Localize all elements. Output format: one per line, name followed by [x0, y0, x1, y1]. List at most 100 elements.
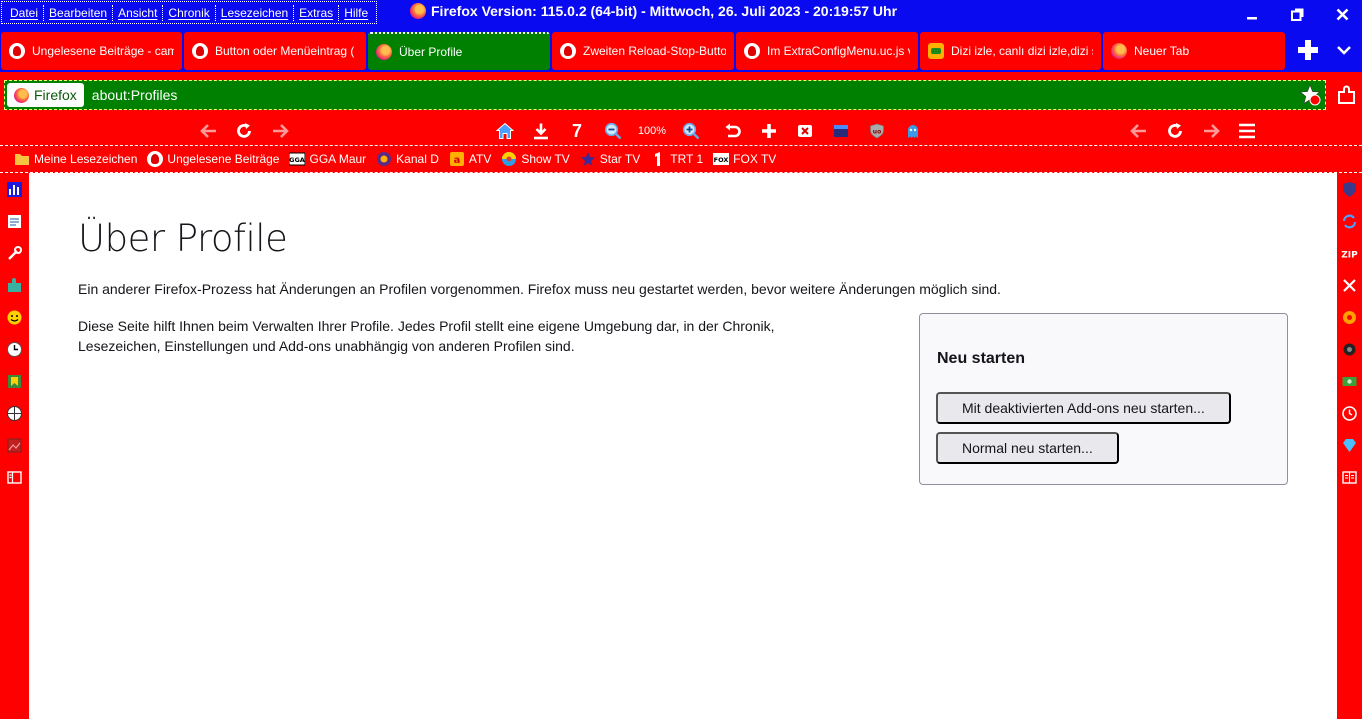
tab-zweiten-reload-stop[interactable]: Zweiten Reload-Stop-Butto [552, 32, 734, 70]
menu-hilfe[interactable]: Hilfe [339, 5, 373, 21]
tab-button-menueintrag[interactable]: Button oder Menüeintrag ( [184, 32, 366, 70]
new-tab-toolbar-button[interactable] [758, 119, 780, 143]
arrow-left-icon [200, 124, 216, 138]
bookmark-star-button[interactable] [1299, 84, 1321, 106]
folder-icon [15, 154, 29, 165]
atv-icon: a [449, 152, 464, 166]
star-tv-icon [580, 152, 595, 166]
url-bar[interactable]: Firefox about:Profiles [4, 80, 1326, 110]
smiley-icon[interactable] [6, 309, 23, 326]
tab-label: Dizi izle, canlı dizi izle,dizi s [951, 44, 1093, 58]
tab-neuer-tab[interactable]: Neuer Tab [1103, 32, 1285, 70]
window-title: Firefox Version: 115.0.2 (64-bit) - Mitt… [410, 3, 897, 19]
bookmark-label: Show TV [521, 152, 570, 166]
url-input[interactable]: about:Profiles [92, 87, 178, 103]
puzzle-piece-icon[interactable] [6, 277, 23, 294]
globe-icon[interactable] [6, 405, 23, 422]
restore-button[interactable] [1275, 0, 1319, 28]
chart-icon[interactable] [6, 181, 23, 198]
red-flame-icon [147, 151, 164, 167]
tab-ungelesene-beitraege[interactable]: Ungelesene Beiträge - cam [1, 32, 182, 70]
history-icon[interactable] [1341, 405, 1358, 422]
gear-icon[interactable] [1341, 309, 1358, 326]
zoom-out-button[interactable] [602, 119, 624, 143]
reload-button[interactable] [233, 119, 255, 143]
bookmark-fox-tv[interactable]: FOX FOX TV [713, 151, 776, 167]
back-button[interactable] [198, 119, 220, 143]
svg-text:GGA: GGA [290, 156, 306, 164]
tab-list-button[interactable] [1330, 38, 1358, 62]
back-button-secondary[interactable] [1128, 119, 1150, 143]
downloads-button[interactable] [530, 119, 552, 143]
zoom-in-button[interactable] [680, 119, 702, 143]
new-tab-button[interactable] [1292, 38, 1324, 62]
ghost-icon [908, 125, 918, 138]
reload-button-secondary[interactable] [1164, 119, 1186, 143]
diamond-icon[interactable] [1341, 437, 1358, 454]
extensions-button[interactable] [1336, 84, 1358, 106]
notes-icon[interactable] [6, 213, 23, 230]
undo-close-tab-button[interactable] [722, 119, 744, 143]
home-icon [496, 122, 514, 139]
image-icon[interactable] [6, 437, 23, 454]
page-description: Diese Seite hilft Ihnen beim Verwalten I… [78, 318, 775, 354]
menu-extras[interactable]: Extras [294, 4, 340, 21]
app-menu-button[interactable] [1236, 119, 1258, 143]
bookmark-atv[interactable]: a ATV [449, 151, 491, 167]
addon-ghost-button[interactable] [902, 119, 924, 143]
tab-ueber-profile[interactable]: Über Profile [368, 32, 550, 70]
close-icon [1336, 8, 1348, 20]
sync-icon[interactable] [1341, 213, 1358, 230]
page-title: Über Profile [78, 217, 288, 260]
profile-warning: Ein anderer Firefox-Prozess hat Änderung… [78, 281, 1001, 297]
zoom-level[interactable]: 100% [634, 119, 670, 143]
wrench-screwdriver-icon[interactable] [1341, 277, 1358, 294]
counter-button[interactable]: 7 [566, 119, 588, 143]
close-tab-button[interactable] [794, 119, 816, 143]
tools-icon[interactable] [6, 245, 23, 262]
tab-dizi-izle[interactable]: Dizi izle, canlı dizi izle,dizi s [920, 32, 1101, 70]
menu-datei[interactable]: Datei [5, 4, 45, 21]
bookmark-show-tv[interactable]: Show TV [501, 151, 570, 167]
left-sidebar [0, 173, 29, 719]
window-icon [834, 125, 848, 137]
reader-view-icon[interactable] [1341, 469, 1358, 486]
tab-extraconfigmenu[interactable]: Im ExtraConfigMenu.uc.js v [736, 32, 918, 70]
restart-panel: Neu starten Mit deaktivierten Add-ons ne… [919, 313, 1288, 485]
bookmark-label: FOX TV [733, 152, 777, 166]
bookmark-meine-lesezeichen[interactable]: Meine Lesezeichen [14, 151, 137, 167]
sidebar-icon[interactable] [6, 469, 23, 486]
bookmark-star-tv[interactable]: Star TV [580, 151, 640, 167]
camera-icon[interactable] [1341, 341, 1358, 358]
forward-button[interactable] [269, 119, 291, 143]
bookmarks-bar: Meine Lesezeichen Ungelesene Beiträge GG… [0, 145, 1362, 173]
forward-button-secondary[interactable] [1200, 119, 1222, 143]
home-button[interactable] [494, 119, 516, 143]
identity-box[interactable]: Firefox [7, 83, 84, 107]
puzzle-icon [1338, 85, 1355, 104]
bookmark-gga-maur[interactable]: GGA GGA Maur [289, 151, 366, 167]
ublock-button[interactable]: uo [866, 119, 888, 143]
bookmark-label: Meine Lesezeichen [34, 152, 138, 166]
bookmark-manager-icon[interactable] [6, 373, 23, 390]
shield-icon[interactable] [1341, 181, 1358, 198]
tab-label: Zweiten Reload-Stop-Butto [583, 44, 726, 58]
bookmark-kanal-d[interactable]: Kanal D [376, 151, 439, 167]
kanal-d-icon [377, 152, 392, 166]
restart-without-addons-button[interactable]: Mit deaktivierten Add-ons neu starten... [936, 392, 1231, 424]
close-button[interactable] [1320, 0, 1362, 28]
menu-chronik[interactable]: Chronik [163, 4, 216, 21]
money-icon[interactable] [1341, 373, 1358, 390]
bookmark-ungelesene-beitraege[interactable]: Ungelesene Beiträge [147, 151, 279, 167]
zip-icon[interactable]: ZIP [1341, 245, 1358, 262]
menu-bearbeiten[interactable]: Bearbeiten [44, 4, 114, 21]
trt1-icon [655, 152, 661, 166]
bookmark-trt-1[interactable]: TRT 1 [650, 151, 703, 167]
firefox-icon [14, 87, 29, 103]
menu-lesezeichen[interactable]: Lesezeichen [216, 4, 295, 21]
minimize-button[interactable] [1230, 0, 1274, 28]
menu-ansicht[interactable]: Ansicht [113, 4, 164, 21]
clock-icon[interactable] [6, 341, 23, 358]
restart-normal-button[interactable]: Normal neu starten... [936, 432, 1119, 464]
sidebar-toggle-button[interactable] [830, 119, 852, 143]
